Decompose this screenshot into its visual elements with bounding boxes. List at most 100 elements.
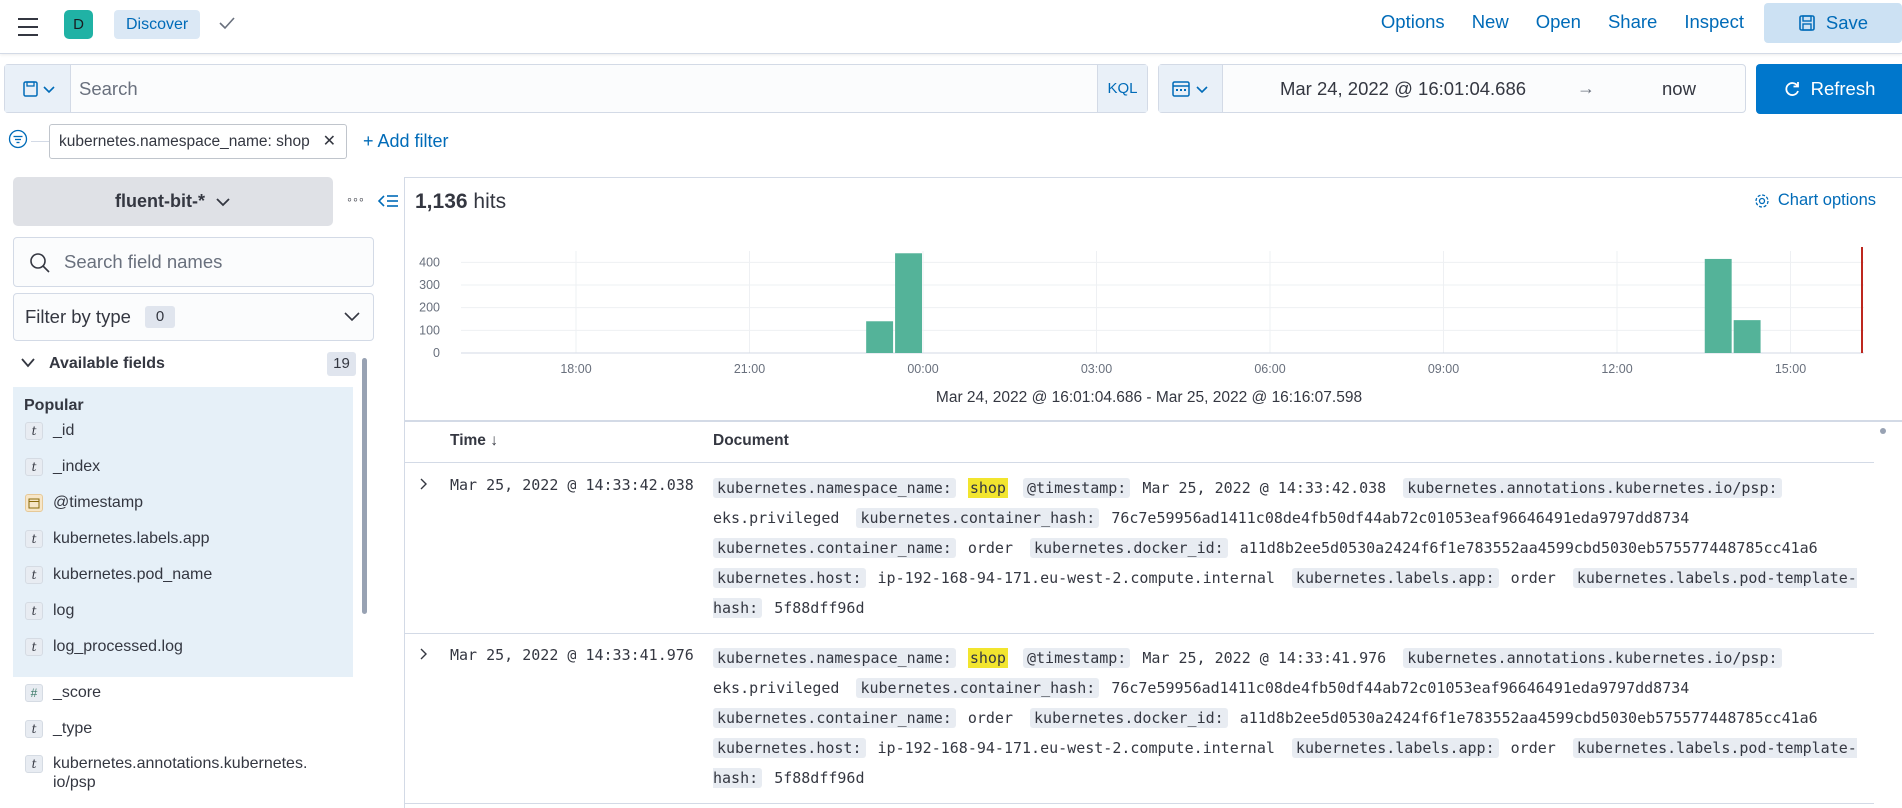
- field-key: kubernetes.labels.app:: [1291, 738, 1499, 758]
- filter-pill[interactable]: kubernetes.namespace_name: shop ✕: [49, 124, 347, 159]
- sidebar-scrollbar[interactable]: [362, 358, 367, 614]
- close-icon[interactable]: ✕: [323, 125, 336, 158]
- filter-menu-icon[interactable]: [8, 129, 28, 149]
- field-name: _score: [53, 684, 102, 701]
- y-tick-label: 100: [419, 323, 440, 337]
- quick-menu-button[interactable]: [1159, 65, 1223, 112]
- string-type-icon: t: [25, 638, 43, 656]
- field-key: kubernetes.container_hash:: [856, 508, 1100, 528]
- table-row[interactable]: Mar 25, 2022 @ 14:33:41.976 kubernetes.n…: [404, 633, 1874, 803]
- field-item[interactable]: t _id: [25, 420, 74, 442]
- saved-query-icon: [22, 80, 55, 97]
- open-link[interactable]: Open: [1536, 11, 1581, 33]
- column-header-time[interactable]: Time ↓: [450, 432, 498, 450]
- chart-options-label: Chart options: [1777, 191, 1876, 209]
- number-type-icon: #: [25, 684, 43, 702]
- table-row[interactable]: Mar 25, 2022 @ 14:33:42.038 kubernetes.n…: [404, 463, 1874, 633]
- row-document: kubernetes.namespace_name: shop @timesta…: [713, 473, 1873, 623]
- x-tick-label: 06:00: [1254, 362, 1285, 376]
- kql-toggle[interactable]: KQL: [1097, 65, 1147, 112]
- field-value: Mar 25, 2022 @ 14:33:42.038: [1142, 479, 1387, 497]
- row-document: kubernetes.namespace_name: shop @timesta…: [713, 643, 1873, 793]
- string-type-icon: t: [25, 422, 43, 440]
- query-bar: Search KQL: [4, 64, 1148, 113]
- field-key: @timestamp:: [1023, 478, 1131, 498]
- field-item[interactable]: t _type: [25, 718, 92, 740]
- field-name: log_processed.log: [53, 638, 183, 655]
- menu-icon[interactable]: [16, 14, 42, 36]
- divider: [404, 420, 1902, 422]
- available-fields-toggle[interactable]: Available fields 19: [20, 352, 356, 376]
- field-key: kubernetes.docker_id:: [1030, 538, 1228, 558]
- field-item[interactable]: t _index: [25, 456, 100, 478]
- index-pattern-selector[interactable]: fluent-bit-*: [13, 177, 333, 226]
- collapse-sidebar-icon[interactable]: [377, 191, 399, 211]
- field-value: ip-192-168-94-171.eu-west-2.compute.inte…: [877, 569, 1275, 587]
- more-options-icon[interactable]: ◦◦◦: [347, 191, 365, 207]
- field-value-highlight: shop: [967, 648, 1008, 668]
- scroll-indicator[interactable]: [1880, 428, 1886, 434]
- histogram-bar: [1704, 258, 1732, 353]
- x-tick-label: 12:00: [1601, 362, 1632, 376]
- field-name: @timestamp: [53, 494, 144, 511]
- available-fields-label: Available fields: [49, 355, 165, 372]
- space-avatar[interactable]: D: [64, 10, 93, 39]
- field-value-highlight: shop: [967, 478, 1008, 498]
- field-key: kubernetes.docker_id:: [1030, 708, 1228, 728]
- start-date[interactable]: Mar 24, 2022 @ 16:01:04.686: [1223, 65, 1583, 112]
- inspect-link[interactable]: Inspect: [1684, 11, 1744, 33]
- field-value: Mar 25, 2022 @ 14:33:41.976: [1142, 649, 1387, 667]
- field-key: kubernetes.labels.app:: [1291, 568, 1499, 588]
- save-label: Save: [1825, 12, 1869, 33]
- filter-by-type-button[interactable]: Filter by type 0: [13, 293, 374, 341]
- field-item[interactable]: t kubernetes.annotations.kubernetes. io/ps…: [25, 754, 307, 794]
- field-value: a11d8b2ee5d0530a2424f6f1e783552aa4599cbd…: [1239, 709, 1818, 727]
- field-key: kubernetes.annotations.kubernetes.io/psp…: [1403, 478, 1782, 498]
- divider: [404, 803, 1874, 804]
- field-item[interactable]: t kubernetes.pod_name: [25, 564, 212, 586]
- y-tick-label: 0: [433, 346, 440, 360]
- hits-counter: 1,136 hits: [415, 190, 506, 214]
- field-value: order: [967, 709, 1013, 727]
- field-search-input[interactable]: Search field names: [13, 237, 374, 287]
- field-item[interactable]: @timestamp: [25, 492, 143, 514]
- string-type-icon: t: [25, 458, 43, 476]
- field-key: kubernetes.annotations.kubernetes.io/psp…: [1403, 648, 1782, 668]
- add-filter-button[interactable]: + Add filter: [363, 124, 449, 159]
- saved-query-button[interactable]: [5, 65, 71, 112]
- field-item[interactable]: t log: [25, 600, 74, 622]
- refresh-button[interactable]: Refresh: [1756, 64, 1902, 114]
- field-name: kubernetes.annotations.kubernetes.: [53, 755, 308, 772]
- field-value: 5f88dff96d: [774, 769, 865, 787]
- string-type-icon: t: [25, 755, 43, 773]
- field-value: eks.privileged: [713, 509, 840, 527]
- row-time: Mar 25, 2022 @ 14:33:41.976: [450, 646, 694, 664]
- field-key: @timestamp:: [1023, 648, 1131, 668]
- options-link[interactable]: Options: [1381, 11, 1445, 33]
- index-pattern-label: fluent-bit-*: [115, 191, 205, 211]
- save-icon: [1799, 15, 1815, 31]
- save-button[interactable]: Save: [1764, 3, 1902, 43]
- chevron-down-icon: [216, 197, 230, 206]
- field-name-continued: io/psp: [53, 774, 96, 791]
- field-item[interactable]: t log_processed.log: [25, 636, 183, 658]
- new-link[interactable]: New: [1472, 11, 1509, 33]
- field-key: kubernetes.container_name:: [713, 708, 956, 728]
- field-key: kubernetes.container_hash:: [856, 678, 1100, 698]
- field-item[interactable]: # _score: [25, 682, 101, 704]
- available-fields-count: 19: [327, 352, 356, 376]
- field-key: kubernetes.namespace_name:: [713, 648, 956, 668]
- share-link[interactable]: Share: [1608, 11, 1657, 33]
- search-input[interactable]: Search: [79, 65, 138, 112]
- chart-options-button[interactable]: Chart options: [1754, 191, 1876, 210]
- field-item[interactable]: t kubernetes.labels.app: [25, 528, 210, 550]
- breadcrumb-discover[interactable]: Discover: [114, 10, 201, 39]
- histogram-bar: [866, 321, 894, 353]
- chevron-right-icon[interactable]: [417, 477, 431, 491]
- end-date[interactable]: now: [1619, 65, 1739, 112]
- field-name: kubernetes.pod_name: [53, 566, 213, 583]
- histogram-chart[interactable]: 0 100 200 300 400 18:00 21:00 00:00 03:00 06:00 09…: [404, 235, 1902, 415]
- chevron-right-icon[interactable]: [417, 647, 431, 661]
- field-name: log: [53, 602, 75, 619]
- row-time: Mar 25, 2022 @ 14:33:42.038: [450, 476, 694, 494]
